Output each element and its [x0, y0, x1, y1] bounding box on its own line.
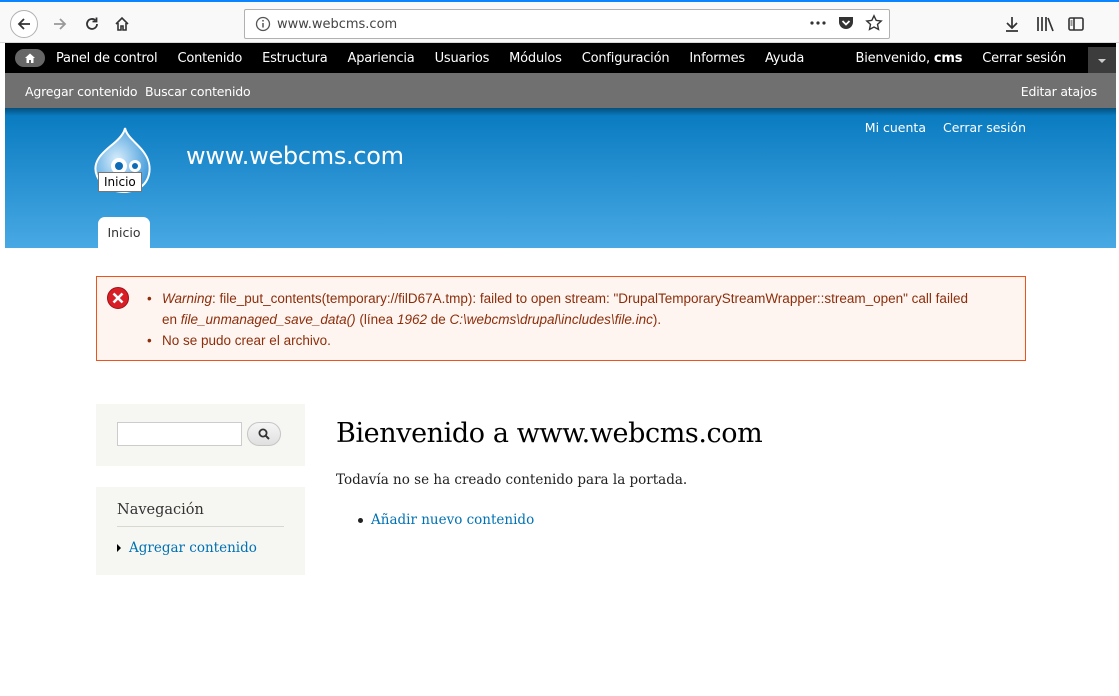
search-input[interactable]	[117, 422, 242, 446]
back-arrow-icon	[17, 18, 30, 30]
warning-end: ).	[652, 312, 662, 327]
welcome-prefix: Bienvenido,	[855, 50, 934, 66]
shortcut-find-content[interactable]: Buscar contenido	[145, 84, 251, 99]
menu-modulos[interactable]: Módulos	[499, 51, 572, 66]
navigation-title: Navegación	[117, 502, 204, 518]
logout-header-link[interactable]: Cerrar sesión	[943, 120, 1026, 135]
shortcuts-bar: Agregar contenido Buscar contenido Edita…	[5, 73, 1116, 108]
nav-item-add-content[interactable]: Agregar contenido	[117, 540, 257, 556]
warning-label: Warning	[162, 291, 213, 306]
error-item-file: No se pudo crear el archivo.	[147, 330, 968, 351]
warning-text: : file_put_contents(temporary://filD67A.…	[212, 291, 968, 306]
download-icon[interactable]	[1000, 12, 1024, 36]
warning-line-number: 1962	[396, 312, 427, 327]
site-header: Inicio www.webcms.com Mi cuenta Cerrar s…	[5, 108, 1116, 248]
search-button[interactable]	[247, 422, 281, 446]
header-shadow	[5, 108, 1116, 116]
warning-mid: (línea	[355, 312, 397, 327]
menu-apariencia[interactable]: Apariencia	[338, 51, 425, 66]
more-icon[interactable]	[809, 15, 827, 36]
username[interactable]: cms	[934, 51, 963, 66]
reload-button[interactable]	[78, 10, 106, 38]
home-button[interactable]	[108, 10, 136, 38]
welcome-text: Bienvenido, cms	[845, 51, 972, 66]
info-icon[interactable]	[249, 16, 277, 32]
logout-link[interactable]: Cerrar sesión	[972, 51, 1076, 66]
search-block	[96, 404, 305, 466]
sidebar-icon[interactable]	[1064, 12, 1088, 36]
menu-informes[interactable]: Informes	[679, 51, 755, 66]
menu-usuarios[interactable]: Usuarios	[425, 51, 500, 66]
library-icon[interactable]	[1033, 12, 1057, 36]
my-account-link[interactable]: Mi cuenta	[865, 120, 926, 135]
navigation-divider	[117, 526, 284, 527]
secondary-menu: Mi cuenta Cerrar sesión	[865, 120, 1026, 135]
list-item: Añadir nuevo contenido	[358, 512, 534, 528]
forward-arrow-icon	[54, 18, 67, 30]
menu-configuracion[interactable]: Configuración	[572, 51, 680, 66]
browser-toolbar: www.webcms.com	[0, 0, 1119, 43]
nav-link-add-content[interactable]: Agregar contenido	[129, 540, 257, 556]
navigation-block: Navegación Agregar contenido	[96, 487, 305, 575]
error-icon	[106, 286, 130, 310]
tab-inicio[interactable]: Inicio	[98, 217, 150, 248]
warning-function: file_unmanaged_save_data()	[180, 312, 356, 327]
warning-path: C:\webcms\drupal\includes\file.inc	[449, 312, 653, 327]
home-icon	[115, 16, 129, 31]
site-name[interactable]: www.webcms.com	[186, 142, 404, 170]
admin-menu: Panel de control Contenido Estructura Ap…	[46, 43, 814, 73]
home-icon	[25, 53, 35, 63]
menu-contenido[interactable]: Contenido	[167, 51, 252, 66]
menu-ayuda[interactable]: Ayuda	[755, 51, 814, 66]
reload-icon	[86, 17, 98, 30]
toolbar-home-button[interactable]	[15, 49, 45, 67]
pocket-icon[interactable]	[837, 14, 855, 37]
error-message-box: Warning: file_put_contents(temporary://f…	[96, 276, 1026, 361]
warning-prefix: en	[162, 312, 181, 327]
admin-toolbar: Panel de control Contenido Estructura Ap…	[5, 43, 1116, 75]
menu-panel-de-control[interactable]: Panel de control	[46, 51, 167, 66]
triangle-right-icon	[117, 544, 121, 552]
url-bar[interactable]: www.webcms.com	[244, 9, 890, 39]
page-intro-text: Todavía no se ha creado contenido para l…	[336, 472, 688, 488]
search-icon	[258, 428, 270, 440]
url-text[interactable]: www.webcms.com	[277, 17, 397, 32]
user-menu: Bienvenido, cms Cerrar sesión	[845, 43, 1076, 73]
forward-button[interactable]	[46, 10, 74, 38]
add-new-content-link[interactable]: Añadir nuevo contenido	[371, 512, 534, 528]
chevron-down-icon	[1098, 59, 1106, 63]
star-icon[interactable]	[865, 14, 883, 37]
shortcuts-toggle[interactable]	[1088, 47, 1116, 75]
error-list: Warning: file_put_contents(temporary://f…	[147, 288, 968, 351]
warning-de: de	[426, 312, 450, 327]
shortcut-add-content[interactable]: Agregar contenido	[25, 84, 138, 99]
edit-shortcuts-link[interactable]: Editar atajos	[1021, 84, 1097, 99]
error-item-warning: Warning: file_put_contents(temporary://f…	[147, 288, 968, 330]
menu-estructura[interactable]: Estructura	[252, 51, 337, 66]
bullet	[358, 517, 363, 523]
logo-tooltip: Inicio	[98, 172, 142, 192]
back-button[interactable]	[10, 10, 38, 38]
page-title: Bienvenido a www.webcms.com	[336, 418, 763, 449]
